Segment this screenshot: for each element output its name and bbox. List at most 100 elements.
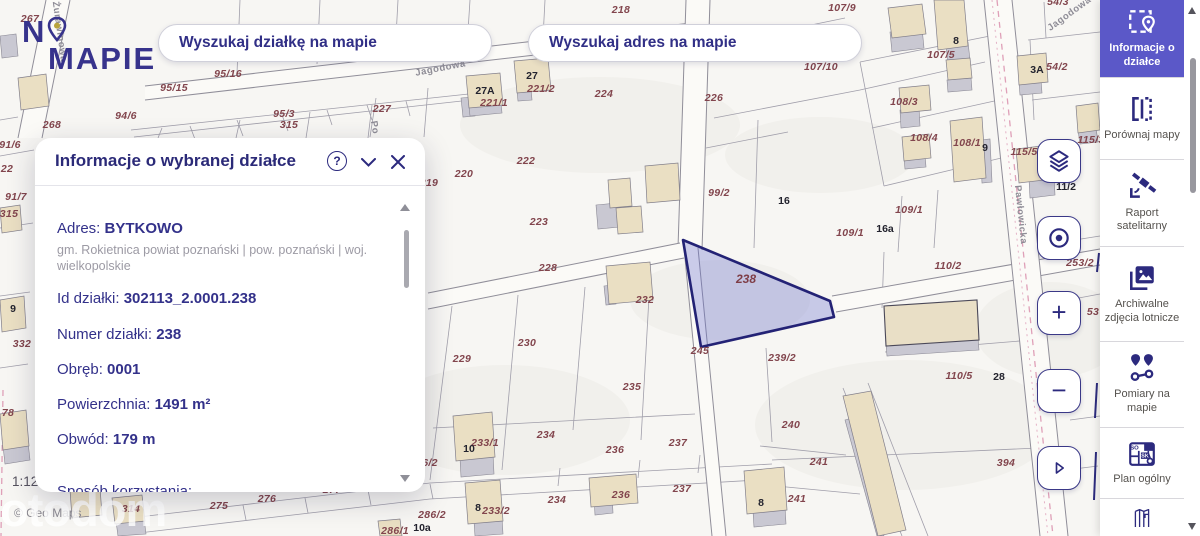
map-label: 224 [594, 88, 613, 100]
panel-header: Informacje o wybranej działce ? [35, 138, 425, 185]
layers-button[interactable] [1037, 139, 1081, 183]
measurements-icon [1127, 353, 1157, 383]
map-label: 236 [605, 444, 624, 456]
brand-line1: N [22, 17, 45, 46]
map-label: 286/1 [380, 525, 409, 536]
map-label: 9 [982, 142, 988, 154]
field-row-truncated: Sposób korzystania: [57, 483, 192, 492]
zoom-in-button[interactable]: + [1037, 291, 1081, 335]
sidebar-item-folded-map[interactable] [1100, 498, 1184, 536]
panel-scroll-up-icon[interactable] [400, 204, 410, 211]
field-label: Powierzchnia: [57, 396, 150, 413]
street-label: Po [368, 120, 381, 135]
minus-icon: − [1051, 377, 1066, 403]
help-icon[interactable]: ? [327, 151, 347, 171]
locate-button[interactable] [1037, 216, 1081, 260]
app-window: 26726891/62291/731593327894/695/1595/169… [0, 0, 1200, 536]
sidebar-item-label: Archiwalne zdjęcia lotnicze [1103, 298, 1181, 326]
sidebar-item-measurements[interactable]: Pomiary na mapie [1100, 341, 1184, 426]
field-row-obreb: Obręb: 0001 [57, 361, 140, 378]
map-label: 234 [547, 494, 566, 506]
map-label: 3A [1030, 64, 1044, 76]
map-label: 108/3 [890, 96, 918, 108]
map-label: 220 [454, 168, 473, 180]
field-label: Sposób korzystania: [57, 483, 192, 492]
map-label: 332 [13, 338, 31, 350]
map-label: 16 [778, 195, 790, 207]
sidebar-item-general-plan[interactable]: SO SK Plan ogólny [1100, 427, 1184, 498]
map-label: 108/4 [910, 132, 938, 144]
field-value: 238 [156, 326, 181, 343]
map-label: 27A [475, 85, 495, 97]
map-label: 53 [1087, 306, 1099, 318]
parcel-info-icon [1127, 7, 1157, 37]
brand-logo[interactable]: N MAPIE [22, 14, 156, 74]
map-label: 232 [635, 294, 654, 306]
map-label: 229 [452, 353, 471, 365]
panel-scroll-down-icon[interactable] [400, 475, 410, 482]
map-label: 95/16 [214, 68, 242, 80]
map-label: 54/3 [1047, 0, 1069, 8]
map-label: 108/1 [953, 137, 981, 149]
map-label: 109/1 [836, 227, 864, 239]
map-label: 236 [611, 489, 630, 501]
map-label: 94/6 [115, 110, 137, 122]
map-label: 107/5 [927, 49, 955, 61]
zoom-out-button[interactable]: − [1037, 369, 1081, 413]
map-label: 223 [529, 216, 548, 228]
map-label: 110/2 [935, 260, 962, 272]
sidebar-scroll-up-icon[interactable] [1188, 7, 1196, 14]
map-label: 275 [209, 500, 228, 512]
sidebar-item-satellite-report[interactable]: Raport satelitarny [1100, 159, 1184, 246]
expand-button[interactable] [1037, 446, 1081, 490]
map-label: 115/5 [1011, 146, 1038, 158]
map-label: 222 [516, 155, 535, 167]
map-label: 110/5 [946, 370, 973, 382]
sidebar-scroll-gutter [1184, 0, 1200, 536]
field-label: Obręb: [57, 361, 103, 378]
sidebar-item-label: Pomiary na mapie [1103, 388, 1181, 416]
plan-icon-so-label: SO [1130, 446, 1139, 452]
map-label: 237 [672, 483, 692, 495]
map-label: 10 [463, 443, 475, 455]
chevron-down-icon[interactable] [357, 151, 379, 173]
field-label: Id działki: [57, 290, 120, 307]
field-label: Obwód: [57, 431, 109, 448]
map-label: 241 [809, 456, 828, 468]
sidebar-item-archive-photos[interactable]: Archiwalne zdjęcia lotnicze [1100, 246, 1184, 341]
map-label: 109/1 [895, 204, 923, 216]
sidebar-scroll-down-icon[interactable] [1188, 523, 1196, 530]
panel-scrollbar-thumb[interactable] [404, 230, 409, 288]
satellite-icon [1127, 172, 1157, 202]
map-label: 8 [758, 497, 764, 509]
map-label: 8 [475, 502, 481, 514]
map-label: 91/6 [0, 139, 21, 151]
map-label: 95/15 [160, 82, 188, 94]
sidebar-item-label: Informacje o działce [1103, 42, 1181, 70]
locate-icon [1046, 225, 1072, 251]
map-label: 234 [536, 429, 555, 441]
search-parcel-button[interactable]: Wyszukaj działkę na mapie [158, 24, 492, 62]
plus-icon: + [1051, 299, 1066, 325]
parcel-info-panel: Informacje o wybranej działce ? Adres: B… [35, 138, 425, 492]
map-label: 221/1 [479, 97, 508, 109]
sidebar-item-compare-maps[interactable]: Porównaj mapy [1100, 77, 1184, 158]
map-label: 233/2 [481, 505, 510, 517]
field-row-area: Powierzchnia: 1491 m² [57, 396, 210, 413]
search-address-button[interactable]: Wyszukaj adres na mapie [528, 24, 862, 62]
address-subtitle: gm. Rokietnica powiat poznański | pow. p… [57, 242, 387, 275]
map-label: 239/2 [767, 352, 796, 364]
map-label: 286/2 [417, 509, 446, 521]
map-label: 228 [538, 262, 557, 274]
brand-line2: MAPIE [48, 44, 156, 73]
close-icon[interactable] [387, 151, 409, 173]
panel-body: Adres: BYTKOWO gm. Rokietnica powiat poz… [35, 186, 425, 492]
sidebar-tiles: Informacje o działce Porównaj mapy [1100, 0, 1184, 536]
map-label: 276 [257, 493, 276, 505]
field-row-number: Numer działki: 238 [57, 326, 181, 343]
field-value: 0001 [107, 361, 140, 378]
sidebar-scrollbar-thumb[interactable] [1190, 58, 1196, 193]
map-label: 218 [611, 4, 630, 16]
map-label: 16a [876, 223, 894, 235]
sidebar-item-parcel-info[interactable]: Informacje o działce [1100, 0, 1184, 77]
